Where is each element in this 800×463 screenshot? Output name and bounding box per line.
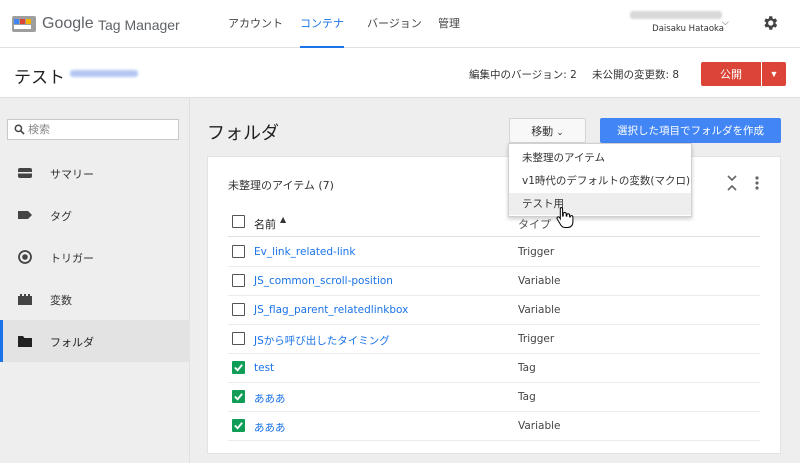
- menu-item-v1-default-variables[interactable]: v1時代のデフォルトの変数(マクロ): [509, 170, 691, 192]
- move-button[interactable]: 移動 ⌄: [509, 118, 586, 143]
- move-button-label: 移動: [531, 125, 554, 138]
- row-checkbox[interactable]: [232, 245, 245, 258]
- tag-icon: [18, 211, 32, 219]
- item-name-link[interactable]: あああ: [254, 420, 286, 435]
- tag-manager-logo-icon: [12, 16, 36, 32]
- sidebar-item-summary[interactable]: サマリー: [0, 152, 190, 194]
- select-all-checkbox[interactable]: [232, 215, 245, 228]
- hand-pointer-icon: [556, 206, 574, 228]
- item-name-link[interactable]: あああ: [254, 391, 286, 406]
- container-id-redacted: [70, 70, 138, 77]
- checkmark-icon: [234, 422, 243, 430]
- item-name-link[interactable]: JS_flag_parent_relatedlinkbox: [254, 304, 408, 316]
- column-header-type[interactable]: タイプ: [518, 216, 551, 232]
- row-checkbox[interactable]: [232, 274, 245, 287]
- nav-admin[interactable]: 管理: [438, 0, 460, 48]
- unfiled-items-card: 未整理のアイテム (7) 名前 ▲ タイプ Ev_link_related-li…: [207, 156, 781, 454]
- sidebar-item-folders[interactable]: フォルダ: [0, 320, 190, 362]
- sidebar-item-label: サマリー: [50, 168, 94, 181]
- row-checkbox[interactable]: [232, 361, 245, 374]
- account-email-redacted: [630, 11, 722, 19]
- unpublished-changes: 未公開の変更数: 8: [592, 69, 680, 81]
- item-type: Variable: [518, 420, 561, 432]
- table-row[interactable]: Ev_link_related-link Trigger: [228, 238, 760, 267]
- brand-product: Tag Manager: [98, 17, 180, 33]
- checkmark-icon: [234, 364, 243, 372]
- menu-item-unfiled[interactable]: 未整理のアイテム: [509, 147, 691, 169]
- row-checkbox[interactable]: [232, 419, 245, 432]
- gear-icon[interactable]: [761, 14, 779, 32]
- column-header-name[interactable]: 名前: [254, 216, 276, 232]
- row-checkbox[interactable]: [232, 390, 245, 403]
- table-row[interactable]: test Tag: [228, 354, 760, 383]
- sidebar-item-label: フォルダ: [50, 336, 94, 349]
- sidebar-item-label: タグ: [50, 210, 72, 223]
- create-folder-button[interactable]: 選択した項目でフォルダを作成: [600, 118, 781, 143]
- item-type: Trigger: [518, 333, 555, 345]
- row-checkbox[interactable]: [232, 303, 245, 316]
- chevron-down-icon: ⌄: [556, 126, 564, 137]
- account-name: Daisaku Hataoka: [652, 24, 724, 34]
- search-icon: [14, 124, 25, 135]
- search-box: [7, 119, 179, 140]
- nav-account[interactable]: アカウント: [228, 0, 283, 48]
- publish-button[interactable]: 公開: [701, 62, 761, 86]
- sidebar-item-triggers[interactable]: トリガー: [0, 236, 190, 278]
- item-type: Variable: [518, 304, 561, 316]
- top-bar: Google Tag Manager アカウント コンテナ バージョン 管理 D…: [0, 0, 800, 48]
- sidebar-item-tags[interactable]: タグ: [0, 194, 190, 236]
- item-name-link[interactable]: JS_common_scroll-position: [254, 275, 393, 287]
- variable-icon: [18, 294, 32, 305]
- nav-container[interactable]: コンテナ: [300, 0, 344, 48]
- trigger-icon: [18, 250, 32, 264]
- sidebar: サマリー タグ トリガー 変数 フォルダ: [0, 98, 190, 463]
- row-checkbox[interactable]: [232, 332, 245, 345]
- item-name-link[interactable]: JSから呼び出したタイミング: [254, 333, 390, 348]
- sidebar-item-variables[interactable]: 変数: [0, 278, 190, 320]
- move-menu: 未整理のアイテム v1時代のデフォルトの変数(マクロ) テスト用: [508, 143, 692, 217]
- item-name-link[interactable]: test: [254, 362, 274, 374]
- collapse-icon[interactable]: [727, 175, 737, 191]
- container-name[interactable]: テスト: [14, 63, 65, 88]
- card-tools: [727, 175, 759, 191]
- folder-icon: [18, 336, 32, 347]
- editing-version: 編集中のバージョン: 2: [469, 69, 577, 81]
- summary-icon: [18, 168, 32, 178]
- nav-version[interactable]: バージョン: [367, 0, 422, 48]
- card-title: 未整理のアイテム (7): [228, 179, 334, 192]
- brand-google: Google: [42, 15, 94, 32]
- account-switcher[interactable]: Daisaku Hataoka: [624, 11, 724, 34]
- page-title: フォルダ: [207, 123, 279, 144]
- item-type: Tag: [518, 362, 536, 374]
- table-row[interactable]: JS_common_scroll-position Variable: [228, 267, 760, 296]
- table-row[interactable]: JSから呼び出したタイミング Trigger: [228, 325, 760, 354]
- item-name-link[interactable]: Ev_link_related-link: [254, 246, 355, 258]
- sidebar-item-label: 変数: [50, 294, 72, 307]
- checkmark-icon: [234, 393, 243, 401]
- item-type: Variable: [518, 275, 561, 287]
- container-bar: テスト 編集中のバージョン: 2 未公開の変更数: 8 公開 ▼: [0, 48, 800, 98]
- item-type: Tag: [518, 391, 536, 403]
- table-row[interactable]: あああ Variable: [228, 412, 760, 441]
- publish-options-button[interactable]: ▼: [762, 62, 786, 86]
- more-vert-icon[interactable]: [755, 176, 759, 190]
- chevron-down-icon[interactable]: ⌵: [722, 18, 729, 28]
- sort-ascending-icon[interactable]: ▲: [280, 215, 286, 224]
- menu-item-test[interactable]: テスト用: [509, 193, 691, 215]
- sidebar-item-label: トリガー: [50, 252, 94, 265]
- table-row[interactable]: JS_flag_parent_relatedlinkbox Variable: [228, 296, 760, 325]
- search-input[interactable]: [28, 122, 174, 137]
- item-type: Trigger: [518, 246, 555, 258]
- table-row[interactable]: あああ Tag: [228, 383, 760, 412]
